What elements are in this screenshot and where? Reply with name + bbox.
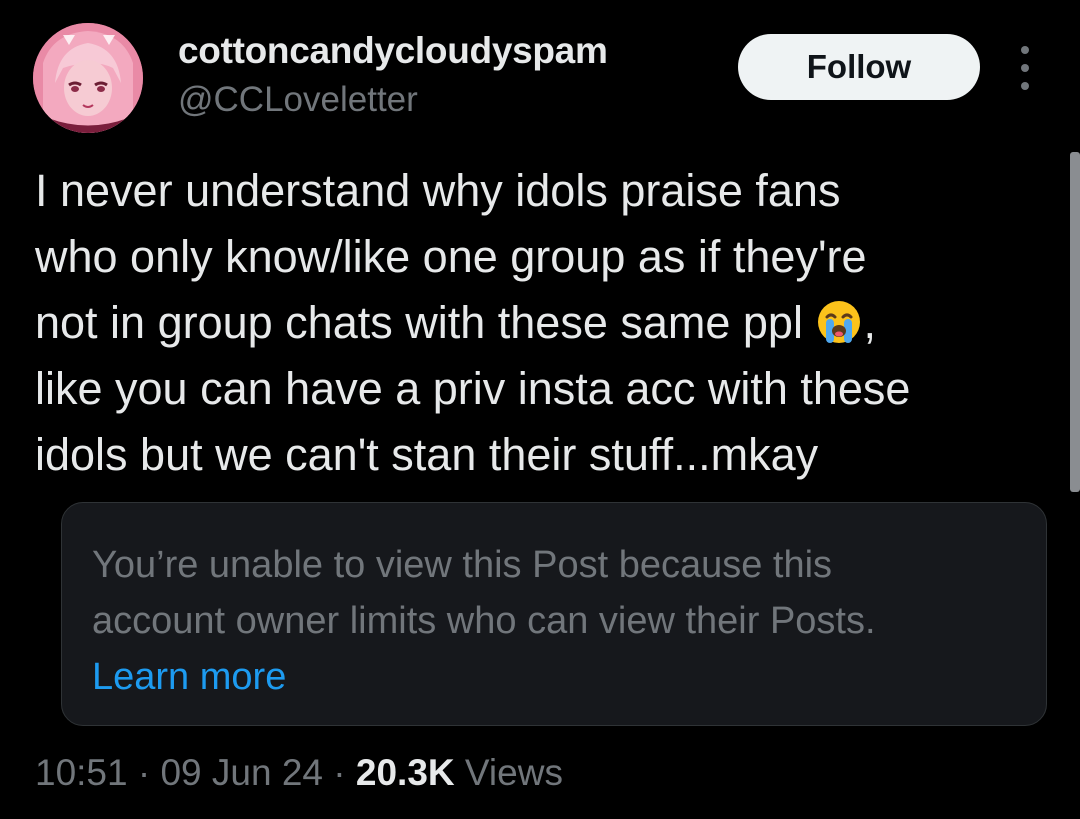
display-name[interactable]: cottoncandycloudyspam (178, 30, 608, 72)
scrollbar[interactable] (1070, 152, 1080, 492)
avatar[interactable] (33, 23, 143, 133)
separator: · (127, 752, 161, 793)
notice-line: account owner limits who can view their … (92, 600, 876, 642)
views-count: 20.3K (355, 752, 455, 793)
anime-girl-avatar-icon (33, 23, 143, 133)
more-vertical-icon[interactable] (1012, 46, 1038, 90)
dot-icon (1021, 46, 1029, 54)
separator: · (323, 752, 356, 793)
tweet-text: I never understand why idols praise fans… (35, 158, 1045, 488)
tweet-line-suffix: , (863, 297, 876, 348)
learn-more-link[interactable]: Learn more (92, 649, 286, 705)
tweet-line: not in group chats with these same ppl , (35, 290, 1045, 356)
notice-text: You’re unable to view this Post because … (92, 537, 876, 649)
tweet-line-text: not in group chats with these same ppl (35, 297, 803, 348)
user-handle[interactable]: @CCLoveletter (178, 80, 418, 120)
views-label: Views (454, 752, 563, 793)
loudly-crying-face-icon (815, 298, 863, 346)
tweet-line: idols but we can't stan their stuff...mk… (35, 429, 819, 480)
post-date[interactable]: 09 Jun 24 (160, 752, 323, 793)
dot-icon (1021, 64, 1029, 72)
timestamp[interactable]: 10:51 (35, 752, 128, 793)
tweet-line: I never understand why idols praise fans (35, 165, 841, 216)
dot-icon (1021, 82, 1029, 90)
follow-button[interactable]: Follow (738, 34, 980, 100)
tweet-meta: 10:51 · 09 Jun 24 · 20.3K Views (35, 752, 563, 794)
notice-line: You’re unable to view this Post because … (92, 544, 833, 586)
restricted-post-notice: You’re unable to view this Post because … (61, 502, 1047, 726)
tweet-line: like you can have a priv insta acc with … (35, 363, 911, 414)
tweet-line: who only know/like one group as if they'… (35, 231, 867, 282)
